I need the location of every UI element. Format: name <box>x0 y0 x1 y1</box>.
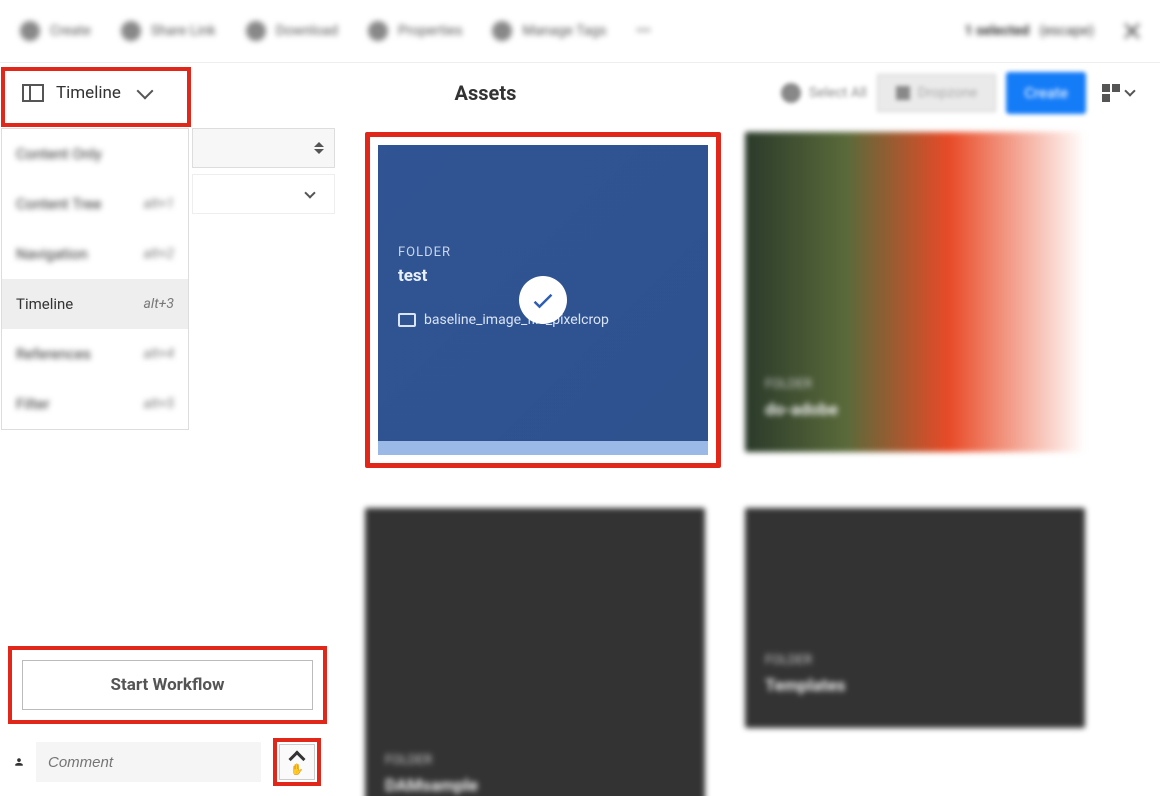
menu-label: Content Tree <box>16 195 101 213</box>
asset-card[interactable]: FOLDER DAMsample <box>365 508 705 796</box>
content-grid: FOLDER test baseline_image_file_pixelcro… <box>335 122 1160 796</box>
highlight-expand: ✋ <box>273 738 321 786</box>
start-workflow-button[interactable]: Start Workflow <box>22 660 313 710</box>
plus-icon <box>20 21 40 41</box>
card-name: Templates <box>765 676 846 696</box>
sort-updown-icon <box>314 142 324 154</box>
tag-icon <box>492 21 512 41</box>
selection-escape: (escape) <box>1039 23 1094 39</box>
start-workflow-label: Start Workflow <box>111 675 225 695</box>
download-icon <box>246 21 266 41</box>
menu-timeline[interactable]: Timeline alt+3 <box>2 279 188 329</box>
chevron-down-icon <box>304 187 315 198</box>
card-type-label: FOLDER <box>398 245 688 260</box>
card-type-label: FOLDER <box>765 653 812 668</box>
rail-panel-icon <box>22 84 44 102</box>
menu-label: Timeline <box>16 295 73 313</box>
menu-shortcut: alt+3 <box>144 296 174 312</box>
toolbar-properties-label: Properties <box>398 23 462 39</box>
toolbar-manage-tags-label: Manage Tags <box>522 23 606 39</box>
comment-input[interactable] <box>36 742 261 782</box>
image-icon <box>398 313 416 327</box>
toolbar-download-label: Download <box>276 23 338 39</box>
menu-label: Content Only <box>16 145 102 163</box>
dropzone-button[interactable]: Dropzone <box>877 74 997 112</box>
menu-label: Navigation <box>16 245 88 263</box>
rail-dropdown[interactable]: Timeline <box>2 66 190 120</box>
arrow-down-icon <box>896 86 910 100</box>
toolbar-share-label: Share Link <box>151 23 216 39</box>
toolbar-share[interactable]: Share Link <box>121 21 216 41</box>
grid-view-icon <box>1102 84 1120 102</box>
selection-status: 1 selected (escape) <box>964 23 1094 39</box>
menu-references[interactable]: References alt+4 <box>2 329 188 379</box>
chevron-down-icon <box>1124 85 1135 96</box>
sort-selector[interactable] <box>192 128 335 168</box>
info-icon <box>368 21 388 41</box>
chevron-down-icon <box>136 82 153 99</box>
menu-content-only[interactable]: Content Only <box>2 129 188 179</box>
toolbar-create-label: Create <box>50 23 91 39</box>
menu-shortcut: alt+4 <box>144 346 174 362</box>
rail-row: Timeline Assets Select All Dropzone Crea… <box>0 62 1160 122</box>
menu-shortcut: alt+2 <box>144 246 174 262</box>
view-switcher[interactable] <box>1096 78 1140 108</box>
menu-shortcut: alt+1 <box>144 196 174 212</box>
comment-row: ✋ <box>0 728 335 796</box>
card-name: do-adobe <box>765 400 838 420</box>
rail-dropdown-menu: Content Only Content Tree alt+1 Navigati… <box>1 128 189 430</box>
right-tools: Select All Dropzone Create <box>781 72 1160 114</box>
menu-shortcut: alt+5 <box>144 396 174 412</box>
dropzone-label: Dropzone <box>918 85 978 101</box>
menu-label: References <box>16 345 91 363</box>
card-footer <box>378 441 708 455</box>
menu-label: Filter <box>16 395 50 413</box>
share-icon <box>121 21 141 41</box>
asset-card[interactable]: FOLDER Templates <box>745 508 1085 728</box>
selection-count: 1 selected <box>964 23 1029 39</box>
menu-content-tree[interactable]: Content Tree alt+1 <box>2 179 188 229</box>
toolbar-manage-tags[interactable]: Manage Tags <box>492 21 606 41</box>
create-button-label: Create <box>1024 84 1068 102</box>
asset-card[interactable]: FOLDER do-adobe <box>745 132 1085 452</box>
expand-row[interactable] <box>192 174 335 214</box>
user-icon <box>14 751 24 773</box>
expand-actions-button[interactable]: ✋ <box>279 744 315 780</box>
rail-dropdown-label: Timeline <box>56 83 121 103</box>
menu-navigation[interactable]: Navigation alt+2 <box>2 229 188 279</box>
page-title: Assets <box>190 81 781 105</box>
select-all-button[interactable]: Select All <box>781 83 867 103</box>
card-file-name: baseline_image_file_pixelcrop <box>424 312 609 328</box>
close-icon[interactable] <box>1124 23 1140 39</box>
check-circle-icon <box>781 83 801 103</box>
toolbar-more[interactable]: ••• <box>636 23 650 39</box>
card-type-label: FOLDER <box>385 753 432 768</box>
card-type-label: FOLDER <box>765 377 812 392</box>
more-icon: ••• <box>636 23 650 39</box>
top-toolbar: Create Share Link Download Properties Ma… <box>0 0 1160 62</box>
selected-check-icon <box>519 276 567 324</box>
toolbar-download[interactable]: Download <box>246 21 338 41</box>
asset-card-selected[interactable]: FOLDER test baseline_image_file_pixelcro… <box>365 132 721 468</box>
select-all-label: Select All <box>809 85 867 101</box>
toolbar-properties[interactable]: Properties <box>368 21 462 41</box>
toolbar-create[interactable]: Create <box>20 21 91 41</box>
menu-filter[interactable]: Filter alt+5 <box>2 379 188 429</box>
highlight-workflow: Start Workflow <box>8 646 327 724</box>
card-name: DAMsample <box>385 776 478 796</box>
create-button[interactable]: Create <box>1006 72 1086 114</box>
